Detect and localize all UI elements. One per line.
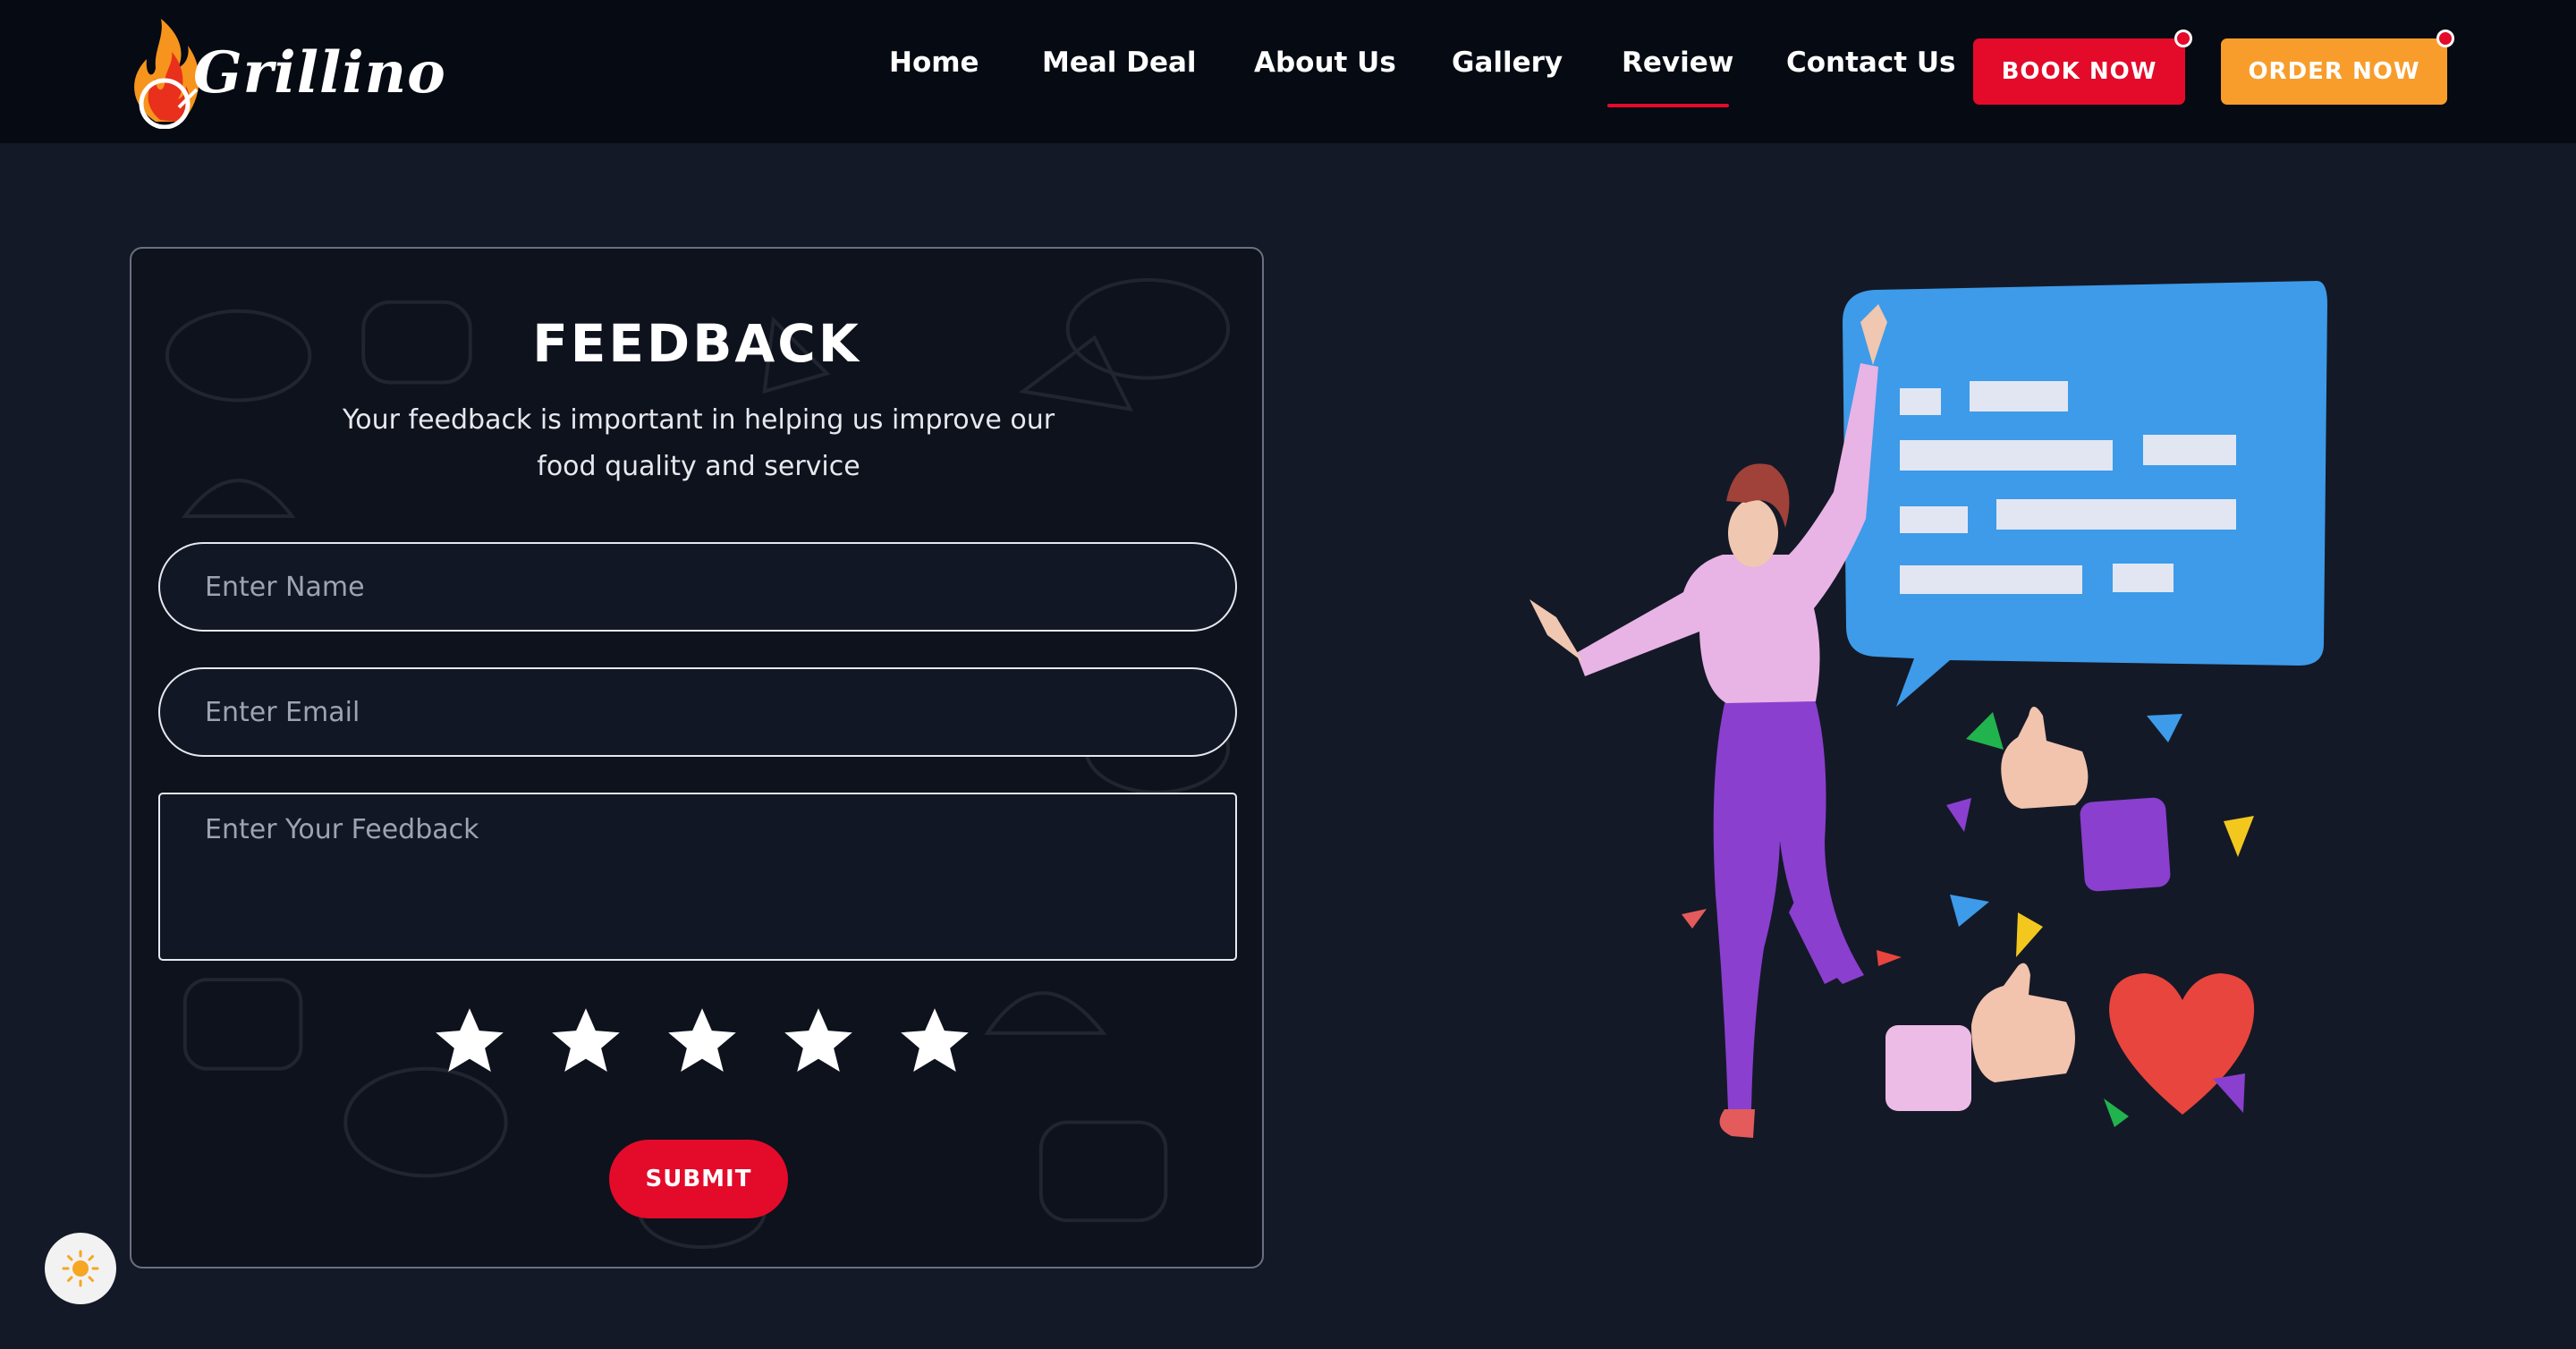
book-notification-dot — [2174, 30, 2192, 47]
feedback-subtitle: Your feedback is important in helping us… — [342, 404, 1055, 482]
email-input[interactable] — [158, 667, 1237, 757]
nav-active-indicator — [1607, 104, 1729, 107]
brand-name: Grillino — [193, 39, 446, 106]
name-input[interactable] — [158, 542, 1237, 632]
site-header: Grillino Home Meal Deal About Us Gallery… — [0, 0, 2576, 143]
book-now-button[interactable]: BOOK NOW — [1973, 38, 2185, 105]
nav-gallery[interactable]: Gallery — [1452, 47, 1563, 79]
nav-review[interactable]: Review — [1622, 47, 1733, 79]
star-icon-5[interactable] — [897, 1004, 972, 1079]
star-icon-3[interactable] — [665, 1004, 740, 1079]
feedback-illustration — [1530, 281, 2327, 1138]
order-notification-dot — [2436, 30, 2454, 47]
star-icon-4[interactable] — [781, 1004, 856, 1079]
nav-meal-deal[interactable]: Meal Deal — [1042, 47, 1197, 79]
star-icon-2[interactable] — [548, 1004, 623, 1079]
speech-bubble-icon — [1843, 281, 2327, 707]
brand-logo[interactable]: Grillino — [129, 14, 445, 130]
order-now-button[interactable]: ORDER NOW — [2221, 38, 2447, 105]
sun-icon — [62, 1250, 99, 1287]
woman-figure — [1530, 304, 1887, 1138]
nav-contact-us[interactable]: Contact Us — [1786, 47, 1955, 79]
star-rating — [131, 1004, 1262, 1084]
star-icon-1[interactable] — [432, 1004, 507, 1079]
thumbs-up-icon — [1885, 963, 2075, 1111]
nav-about-us[interactable]: About Us — [1254, 47, 1396, 79]
theme-toggle-button[interactable] — [45, 1233, 116, 1304]
thumbs-up-icon — [2001, 707, 2171, 892]
feedback-title: FEEDBACK — [532, 313, 861, 374]
nav-home[interactable]: Home — [889, 47, 979, 79]
submit-button[interactable]: SUBMIT — [609, 1140, 788, 1218]
feedback-textarea[interactable] — [158, 793, 1237, 961]
feedback-card: FEEDBACK Your feedback is important in h… — [130, 247, 1264, 1268]
